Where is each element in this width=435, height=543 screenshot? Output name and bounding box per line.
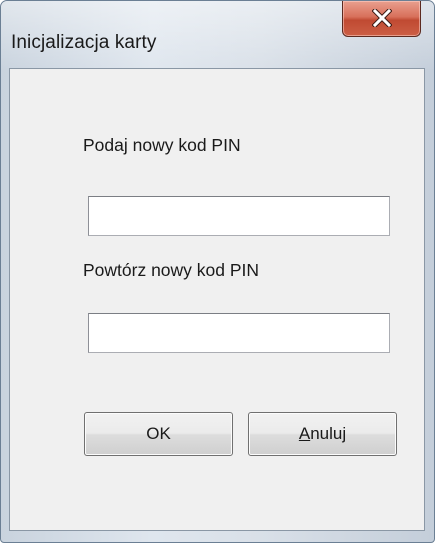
close-button[interactable] (342, 1, 421, 37)
dialog-client-area: Podaj nowy kod PIN Powtórz nowy kod PIN … (9, 68, 425, 531)
pin-input[interactable] (88, 196, 390, 236)
cancel-button-label: nuluj (310, 424, 347, 443)
repeat-pin-label: Powtórz nowy kod PIN (83, 260, 260, 280)
window-title: Inicjalizacja karty (11, 32, 157, 53)
dialog-window: Inicjalizacja karty Podaj nowy kod PIN P… (0, 0, 435, 543)
ok-button-label: OK (146, 424, 171, 443)
close-icon (372, 9, 392, 27)
repeat-pin-input[interactable] (88, 313, 390, 353)
pin-label: Podaj nowy kod PIN (83, 135, 241, 155)
ok-button[interactable]: OK (84, 412, 233, 456)
title-bar[interactable]: Inicjalizacja karty (1, 1, 434, 61)
cancel-button[interactable]: Anuluj (248, 412, 397, 456)
cancel-button-accelerator: A (298, 424, 311, 443)
